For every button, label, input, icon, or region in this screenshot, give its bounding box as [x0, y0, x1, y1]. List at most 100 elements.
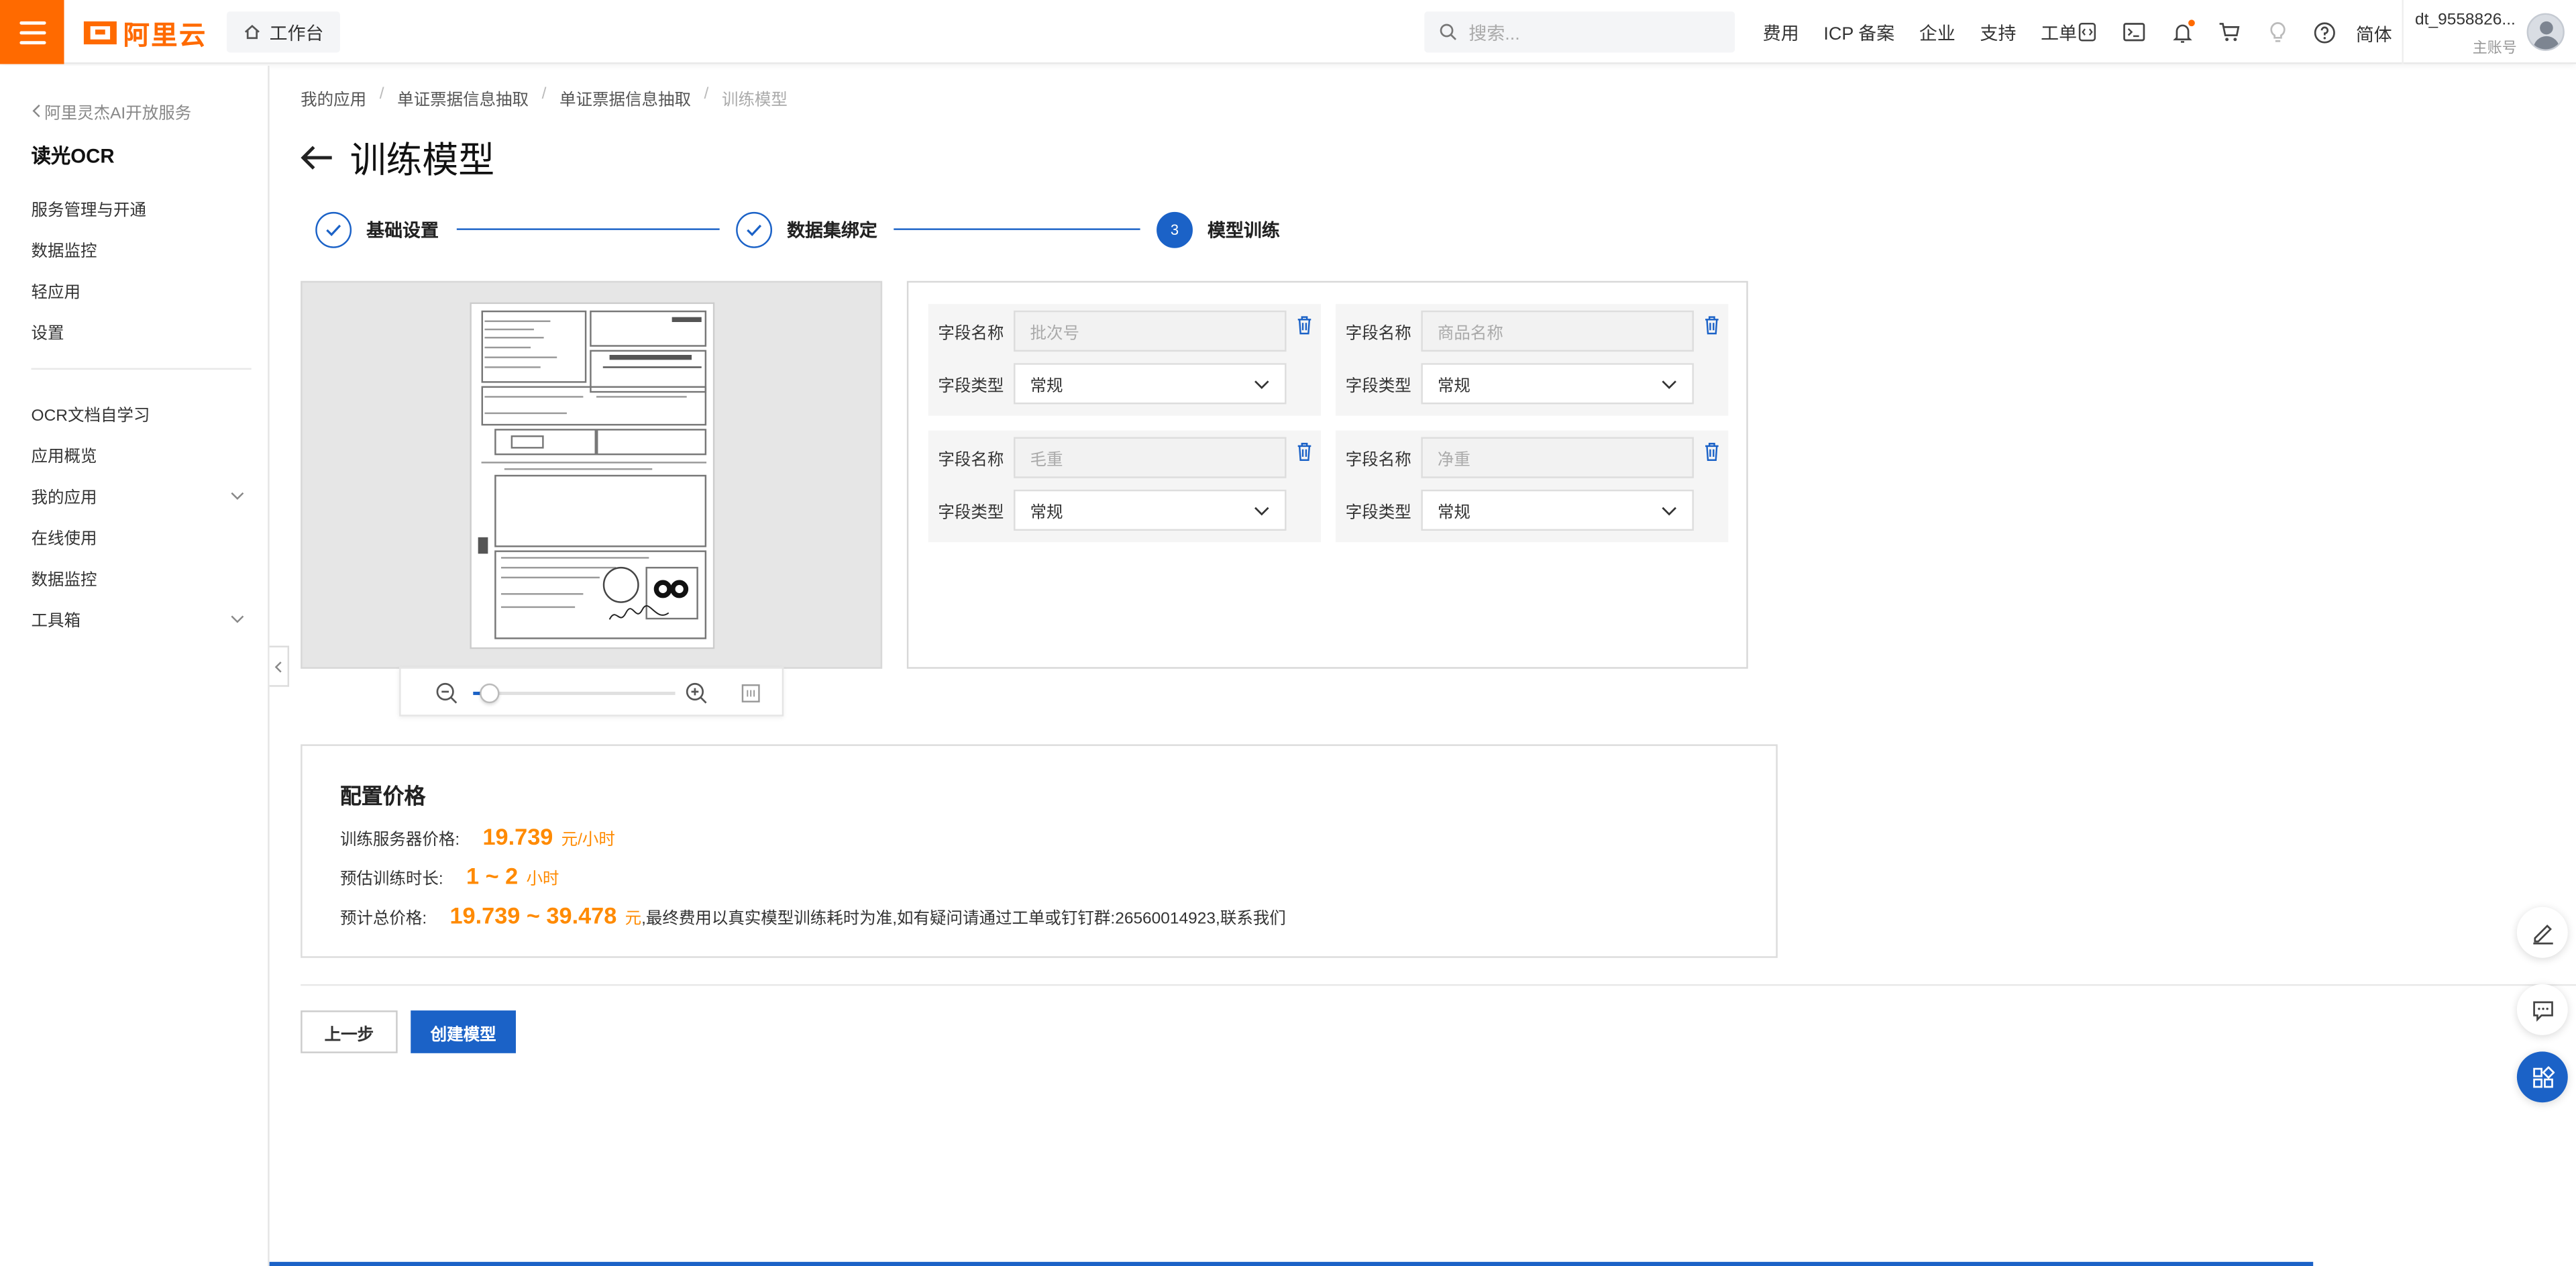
- sidebar-item-toolbox[interactable]: 工具箱: [32, 606, 245, 631]
- lightbulb-icon[interactable]: [2264, 19, 2290, 45]
- doc-stamp: [602, 566, 639, 603]
- avatar[interactable]: [2526, 13, 2565, 51]
- apps-grid-icon: [2532, 1065, 2554, 1088]
- logo-mark-icon: [83, 21, 117, 45]
- check-icon: [736, 211, 773, 248]
- field-name-input[interactable]: 净重: [1421, 437, 1694, 478]
- sidebar-item-my-apps[interactable]: 我的应用: [32, 483, 245, 508]
- sidebar-back-link[interactable]: 阿里灵杰AI开放服务: [32, 99, 191, 123]
- top-links: 费用 ICP 备案 企业 支持 工单: [1763, 0, 2102, 64]
- workbench-label: 工作台: [269, 23, 324, 44]
- duration-label: 预估训练时长:: [339, 870, 443, 889]
- doc-line: [484, 412, 567, 415]
- link-enterprise[interactable]: 企业: [1919, 19, 1955, 45]
- field-type-row: 字段类型 常规: [938, 363, 1287, 405]
- doc-line: [484, 346, 531, 349]
- cart-icon[interactable]: [2216, 19, 2243, 45]
- sidebar-item-light-apps[interactable]: 轻应用: [32, 278, 245, 303]
- sidebar-item-label: 应用概览: [31, 448, 97, 467]
- sidebar-item-label: OCR文档自学习: [31, 407, 150, 426]
- hamburger-menu-button[interactable]: [0, 0, 64, 64]
- doc-line: [481, 462, 707, 464]
- doc-line: [484, 337, 544, 339]
- sidebar-collapse-button[interactable]: [269, 645, 290, 687]
- link-icp[interactable]: ICP 备案: [1823, 19, 1894, 45]
- sidebar-item-service-management[interactable]: 服务管理与开通: [32, 195, 245, 220]
- doc-line: [484, 356, 557, 358]
- document-preview[interactable]: [301, 280, 883, 669]
- field-type-select[interactable]: 常规: [1421, 363, 1694, 405]
- field-type-select[interactable]: 常规: [1421, 489, 1694, 531]
- server-price-row: 训练服务器价格: 19.739 元/小时: [340, 823, 615, 849]
- link-fees[interactable]: 费用: [1763, 19, 1799, 45]
- language-switch[interactable]: 简体: [2356, 21, 2392, 48]
- search-box[interactable]: 搜索...: [1424, 11, 1735, 53]
- sidebar-item-data-monitoring-2[interactable]: 数据监控: [32, 565, 245, 590]
- sidebar-item-app-overview[interactable]: 应用概览: [32, 442, 245, 467]
- back-arrow-icon[interactable]: [301, 145, 333, 171]
- zoom-toolbar: [399, 667, 784, 717]
- terminal-icon[interactable]: [2121, 19, 2147, 45]
- doc-line: [504, 468, 653, 470]
- field-type-value: 常规: [1030, 378, 1063, 397]
- step-connector: [894, 228, 1140, 230]
- pricing-heading: 配置价格: [339, 784, 426, 808]
- field-name-input[interactable]: 毛重: [1014, 437, 1287, 478]
- breadcrumb: 我的应用 / 单证票据信息抽取 / 单证票据信息抽取 / 训练模型: [301, 85, 788, 110]
- doc-mark: [478, 537, 488, 554]
- previous-step-button[interactable]: 上一步: [301, 1010, 398, 1053]
- step-label: 基础设置: [366, 221, 439, 242]
- chat-float-button[interactable]: [2516, 984, 2568, 1035]
- field-card: 字段名称 毛重 字段类型 常规: [928, 430, 1321, 543]
- doc-box: [511, 435, 544, 449]
- delete-icon[interactable]: [1296, 315, 1312, 335]
- link-support[interactable]: 支持: [1980, 19, 2017, 45]
- apps-float-button[interactable]: [2516, 1051, 2568, 1103]
- field-card: 字段名称 批次号 字段类型 常规: [928, 304, 1321, 416]
- code-icon[interactable]: [2074, 19, 2100, 45]
- field-type-select[interactable]: 常规: [1014, 489, 1287, 531]
- breadcrumb-doc-extraction-app[interactable]: 单证票据信息抽取: [559, 85, 691, 110]
- field-type-select[interactable]: 常规: [1014, 363, 1287, 405]
- zoom-slider[interactable]: [473, 683, 676, 704]
- sidebar-item-label: 我的应用: [31, 489, 97, 508]
- duration-unit: 小时: [526, 870, 559, 889]
- sidebar-item-ocr-self-learning[interactable]: OCR文档自学习: [31, 401, 245, 426]
- zoom-out-icon[interactable]: [435, 682, 458, 704]
- breadcrumb-doc-extraction[interactable]: 单证票据信息抽取: [397, 85, 529, 110]
- sidebar-item-label: 数据监控: [31, 572, 97, 590]
- bell-icon[interactable]: [2169, 19, 2195, 45]
- sidebar-item-data-monitoring[interactable]: 数据监控: [31, 237, 245, 262]
- chevron-left-icon: [32, 104, 40, 117]
- workbench-button[interactable]: 工作台: [226, 11, 340, 53]
- field-type-label: 字段类型: [938, 504, 1004, 523]
- breadcrumb-my-apps[interactable]: 我的应用: [301, 85, 366, 110]
- zoom-slider-handle[interactable]: [479, 683, 500, 704]
- total-price-row: 预计总价格: 19.739 ~ 39.478 元 ,最终费用以真实模型训练耗时为…: [340, 902, 1286, 929]
- divider: [301, 984, 2576, 986]
- sidebar-item-settings[interactable]: 设置: [32, 319, 245, 344]
- field-name-input[interactable]: 批次号: [1014, 310, 1287, 352]
- sidebar-item-online-use[interactable]: 在线使用: [32, 524, 245, 549]
- field-name-input[interactable]: 商品名称: [1421, 310, 1694, 352]
- delete-icon[interactable]: [1296, 442, 1312, 462]
- fit-to-screen-icon[interactable]: [741, 684, 760, 703]
- aliyun-logo[interactable]: 阿里云: [83, 16, 207, 51]
- help-icon[interactable]: [2312, 19, 2338, 45]
- delete-icon[interactable]: [1704, 442, 1720, 462]
- duration-value: 1 ~ 2: [466, 862, 519, 889]
- zoom-in-icon[interactable]: [685, 682, 708, 704]
- sidebar: 阿里灵杰AI开放服务 读光OCR 服务管理与开通 数据监控 轻应用 设置 OCR…: [0, 65, 270, 1266]
- sidebar-item-label: 设置: [31, 325, 64, 344]
- pricing-panel: 配置价格 训练服务器价格: 19.739 元/小时 预估训练时长: 1 ~ 2 …: [301, 744, 1778, 958]
- field-type-row: 字段类型 常规: [938, 489, 1287, 531]
- field-type-row: 字段类型 常规: [1346, 363, 1694, 405]
- user-account[interactable]: dt_9558826... 主账号: [2402, 0, 2520, 64]
- delete-icon[interactable]: [1704, 315, 1720, 335]
- link-ticket[interactable]: 工单: [2041, 19, 2077, 45]
- sidebar-item-label: 数据监控: [31, 243, 97, 262]
- create-model-button[interactable]: 创建模型: [411, 1010, 516, 1053]
- edit-float-button[interactable]: [2516, 906, 2568, 958]
- field-type-label: 字段类型: [1345, 504, 1411, 523]
- page-title: 训练模型: [350, 140, 495, 181]
